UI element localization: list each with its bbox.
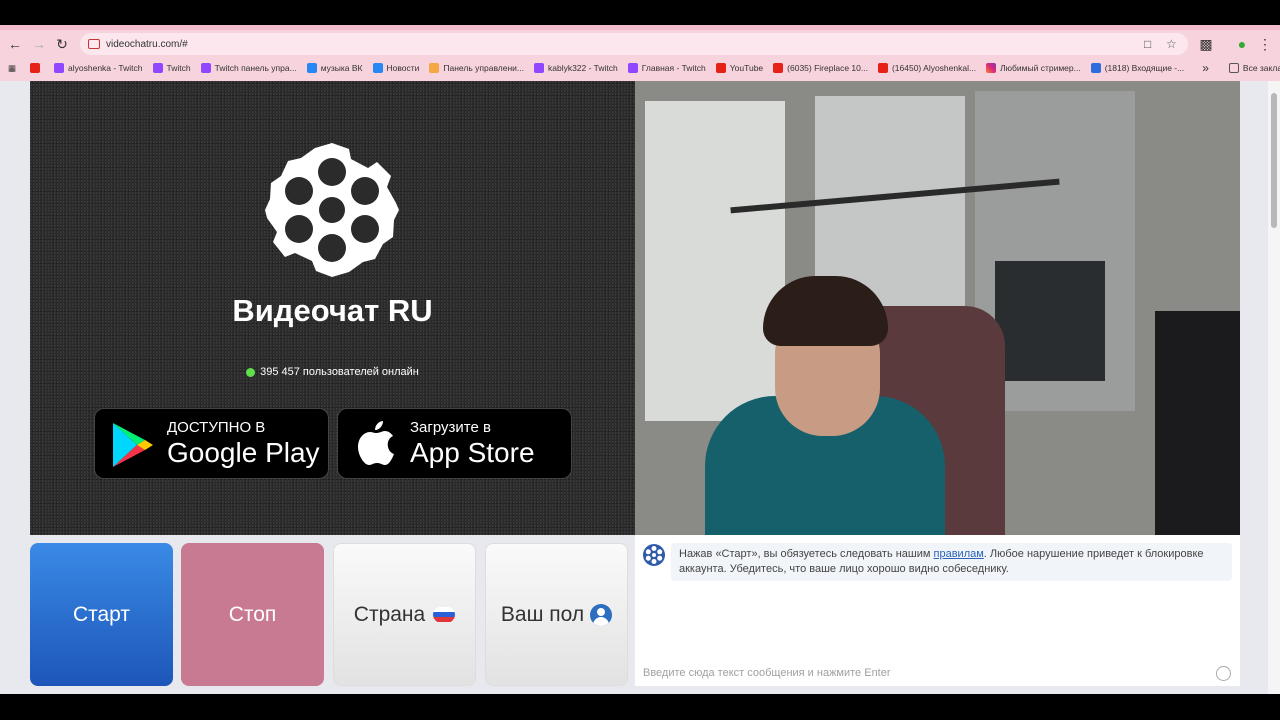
bookmark-item[interactable]: kablyk322 - Twitch bbox=[533, 63, 618, 73]
video-monitor bbox=[995, 261, 1105, 381]
profile-icon[interactable]: ● bbox=[1232, 34, 1252, 54]
scrollbar-thumb[interactable] bbox=[1271, 93, 1277, 228]
apps-grid-icon[interactable]: ▦ bbox=[8, 63, 16, 74]
browser-toolbar: ← → ↻ videochatru.com/# □ ☆ ▩ ● ⋮ bbox=[0, 30, 1280, 57]
bookmark-item[interactable]: Twitch панель упра... bbox=[200, 63, 297, 73]
address-bar[interactable]: videochatru.com/# □ ☆ bbox=[80, 33, 1188, 55]
google-play-button[interactable]: ДОСТУПНО В Google Play bbox=[94, 408, 329, 479]
bookmark-item[interactable]: Twitch bbox=[152, 63, 191, 73]
twitch-icon bbox=[627, 63, 638, 73]
rules-link[interactable]: правилам bbox=[934, 548, 984, 560]
page: Видеочат RU 395 457 пользователей онлайн… bbox=[0, 81, 1280, 694]
user-avatar-icon bbox=[590, 603, 613, 626]
site-info-icon[interactable] bbox=[88, 39, 100, 49]
twitch-icon bbox=[54, 63, 65, 73]
webcam-video bbox=[635, 81, 1240, 535]
gender-button[interactable]: Ваш пол bbox=[485, 543, 628, 686]
all-bookmarks-button[interactable]: Все закладки bbox=[1228, 63, 1280, 73]
apple-icon bbox=[358, 421, 394, 465]
menu-icon[interactable]: ⋮ bbox=[1255, 34, 1275, 54]
chat-input[interactable]: Введите сюда текст сообщения и нажмите E… bbox=[643, 667, 891, 679]
bookmark-item[interactable]: (6035) Fireplace 10... bbox=[773, 63, 868, 73]
online-dot-icon bbox=[246, 367, 256, 377]
stop-button[interactable]: Стоп bbox=[181, 543, 324, 686]
folder-icon bbox=[1228, 63, 1239, 73]
bookmark-item[interactable]: Любимый стример... bbox=[986, 63, 1081, 73]
chat-panel: Нажав «Старт», вы обязуетесь следовать н… bbox=[635, 535, 1240, 686]
back-icon[interactable]: ← bbox=[5, 34, 25, 54]
bookmark-item[interactable]: alyoshenka - Twitch bbox=[54, 63, 143, 73]
video-window-left bbox=[645, 101, 785, 421]
revolver-logo-icon bbox=[265, 143, 399, 277]
url-text: videochatru.com/# bbox=[106, 38, 188, 50]
bookmark-item[interactable]: YouTube bbox=[715, 63, 763, 73]
bookmark-item[interactable]: (1818) Входящие -... bbox=[1090, 63, 1184, 73]
emoji-icon[interactable] bbox=[1216, 666, 1231, 681]
instagram-icon bbox=[986, 63, 997, 73]
twitch-icon bbox=[152, 63, 163, 73]
mail-icon bbox=[1090, 63, 1101, 73]
youtube-icon bbox=[30, 63, 41, 73]
bookmark-item[interactable]: (16450) Alyoshenkal... bbox=[877, 63, 976, 73]
bookmarks-bar: ▦ alyoshenka - Twitch Twitch Twitch пане… bbox=[0, 57, 1280, 79]
bookmark-star-icon[interactable]: ☆ bbox=[1166, 37, 1177, 51]
app-store-button[interactable]: Загрузите в App Store bbox=[337, 408, 572, 479]
youtube-icon bbox=[877, 63, 888, 73]
revolver-small-icon bbox=[643, 544, 665, 566]
bookmark-item[interactable]: музыка ВК bbox=[306, 63, 363, 73]
bookmark-item[interactable]: Новости bbox=[372, 63, 419, 73]
google-play-icon bbox=[113, 423, 153, 467]
youtube-icon bbox=[773, 63, 784, 73]
forward-icon[interactable]: → bbox=[29, 34, 49, 54]
screen: ← → ↻ videochatru.com/# □ ☆ ▩ ● ⋮ ▦ alyo… bbox=[0, 0, 1280, 720]
twitch-icon bbox=[200, 63, 211, 73]
twitch-icon bbox=[533, 63, 544, 73]
vk-icon bbox=[306, 63, 317, 73]
install-app-icon[interactable]: □ bbox=[1144, 37, 1151, 51]
video-monitor-side bbox=[1155, 311, 1240, 535]
youtube-icon bbox=[715, 63, 726, 73]
vk-icon bbox=[372, 63, 383, 73]
promo-panel: Видеочат RU 395 457 пользователей онлайн… bbox=[30, 81, 635, 535]
bookmark-item[interactable] bbox=[30, 63, 44, 73]
online-counter: 395 457 пользователей онлайн bbox=[30, 366, 635, 378]
panel-icon bbox=[429, 63, 440, 73]
extensions-icon[interactable]: ▩ bbox=[1196, 34, 1216, 54]
bookmarks-more-button[interactable]: » bbox=[1202, 61, 1209, 75]
page-scrollbar[interactable] bbox=[1268, 81, 1280, 694]
bookmark-item[interactable]: Панель управлени... bbox=[429, 63, 524, 73]
bookmark-item[interactable]: Главная - Twitch bbox=[627, 63, 706, 73]
brand-title: Видеочат RU bbox=[232, 293, 433, 328]
system-notice: Нажав «Старт», вы обязуетесь следовать н… bbox=[671, 543, 1232, 581]
reload-icon[interactable]: ↻ bbox=[52, 34, 72, 54]
country-button[interactable]: Страна bbox=[333, 543, 476, 686]
russia-flag-icon bbox=[433, 606, 456, 623]
start-button[interactable]: Старт bbox=[30, 543, 173, 686]
